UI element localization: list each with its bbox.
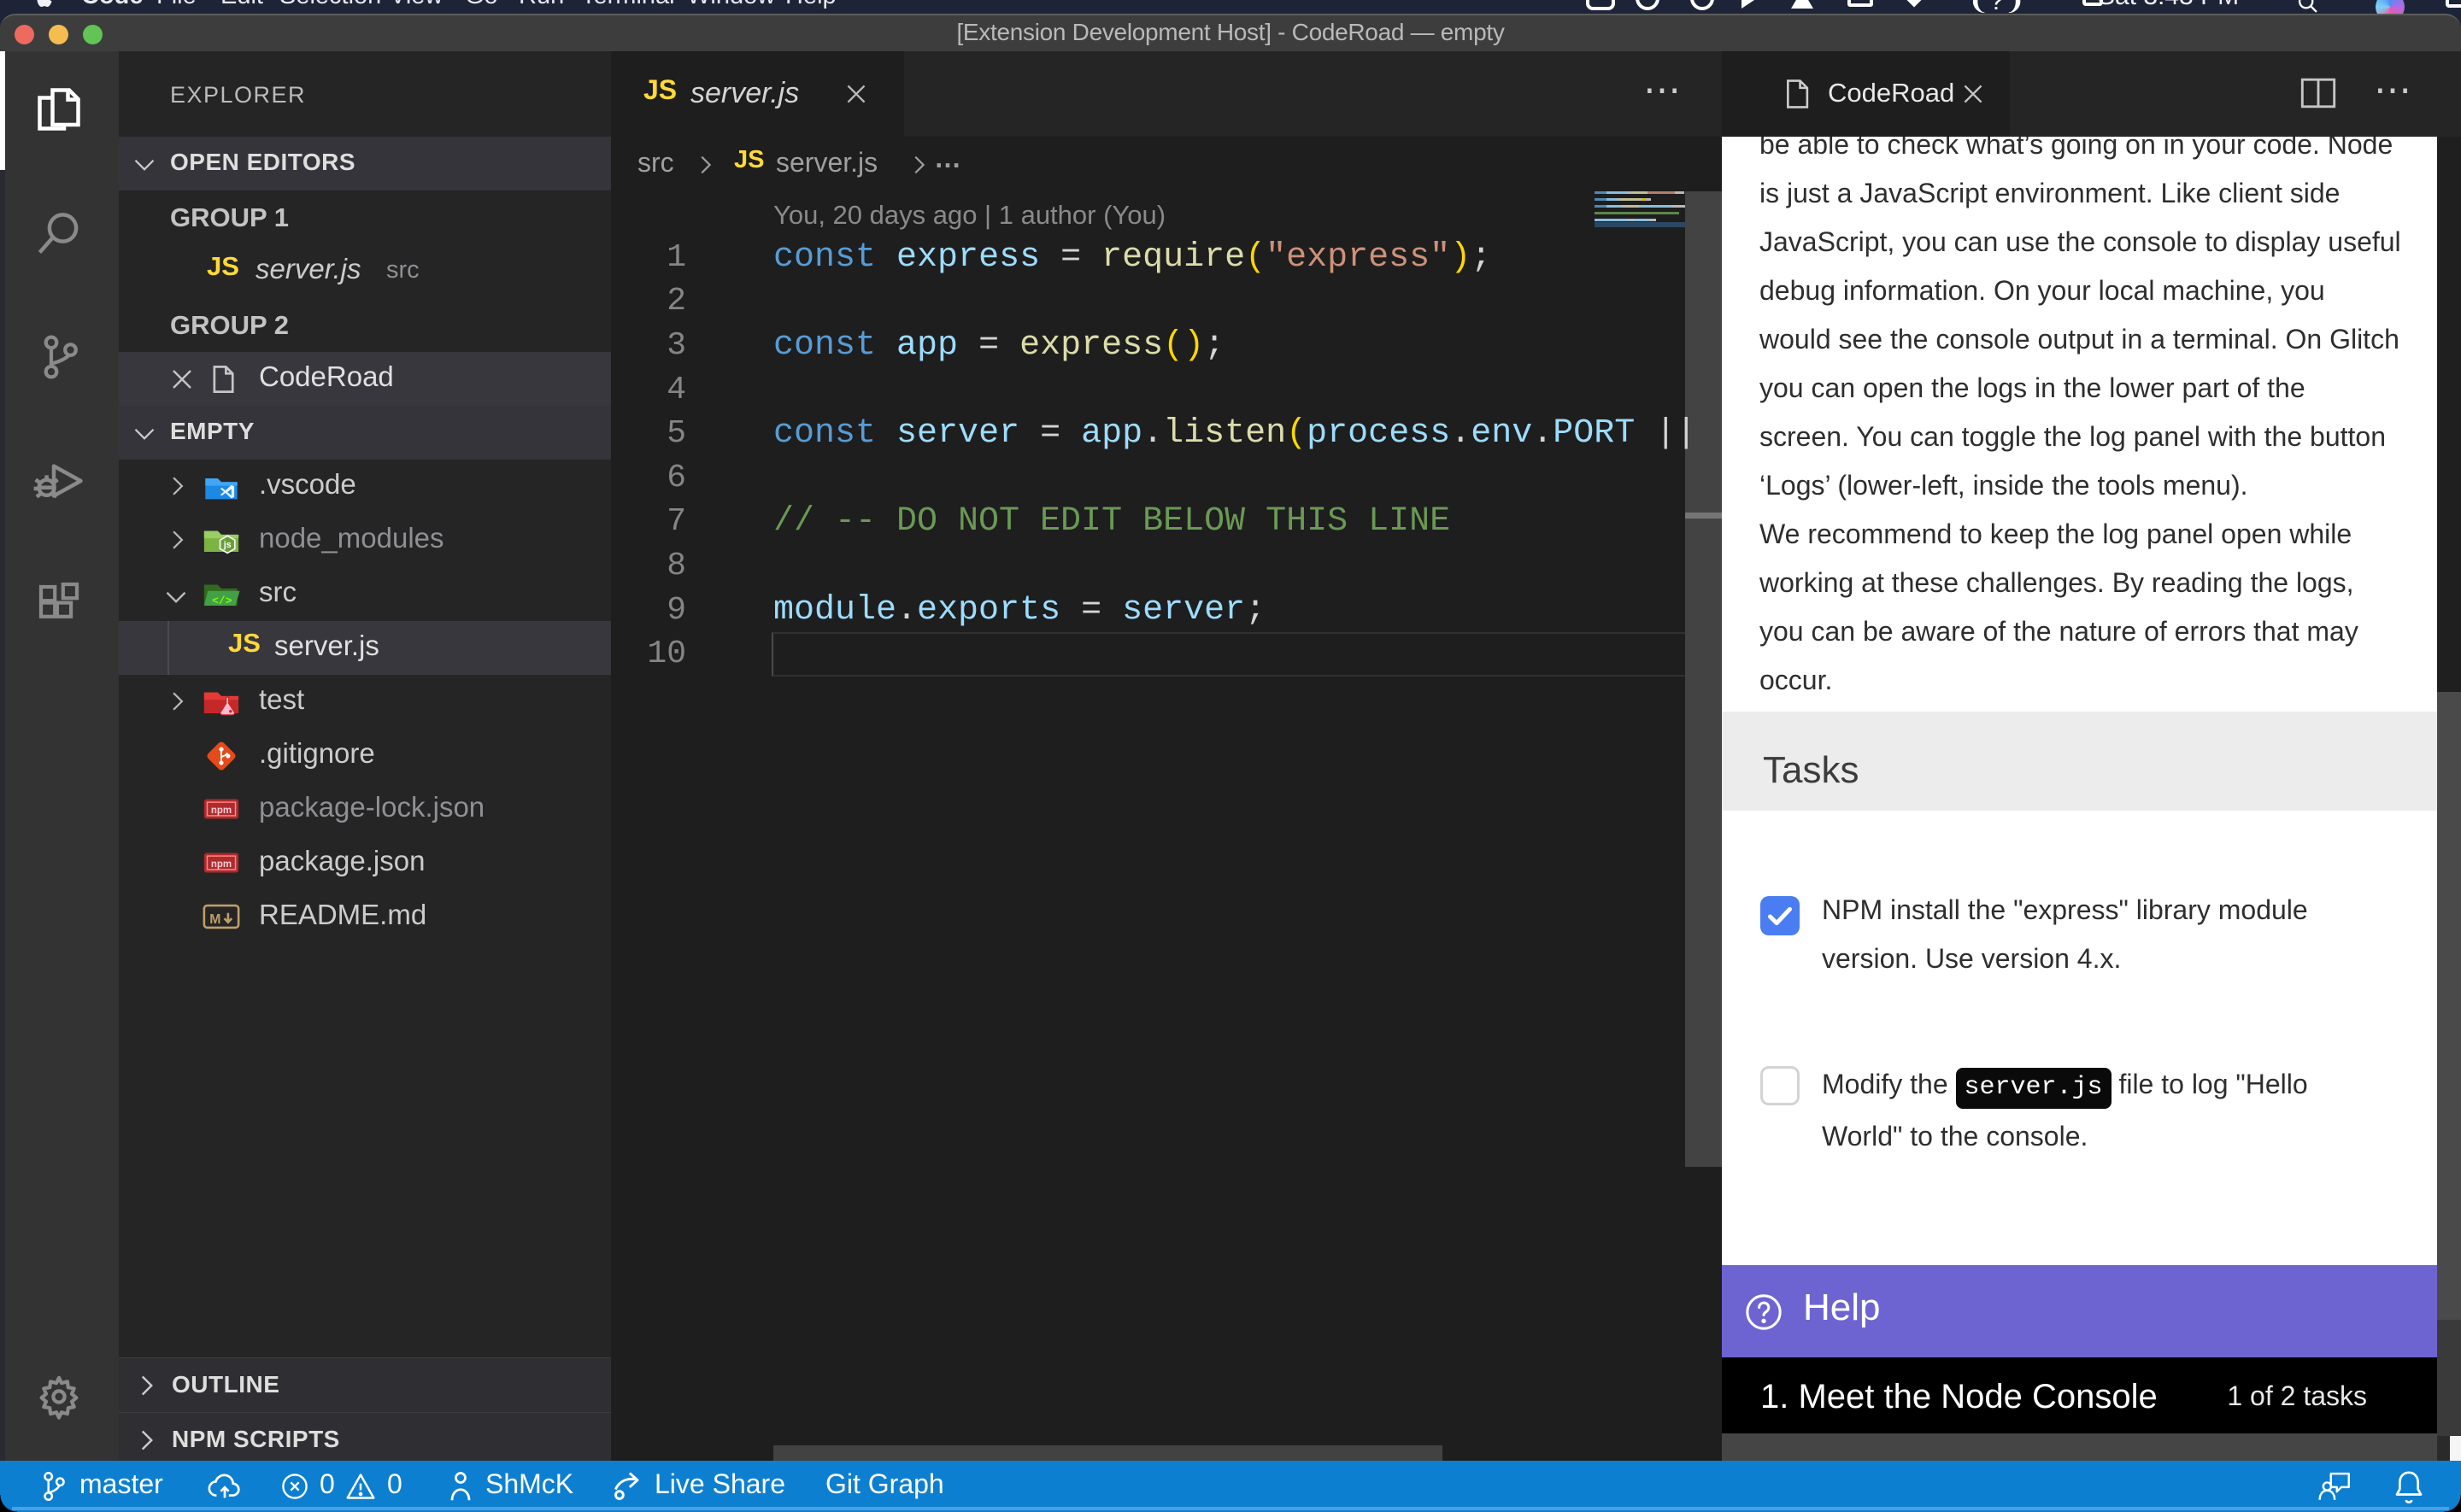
svg-text:npm: npm (211, 806, 232, 816)
svg-text:js: js (223, 540, 232, 550)
svg-text:M: M (209, 912, 220, 927)
svg-text:npm: npm (211, 859, 232, 870)
svg-text:</>: </> (212, 595, 232, 607)
